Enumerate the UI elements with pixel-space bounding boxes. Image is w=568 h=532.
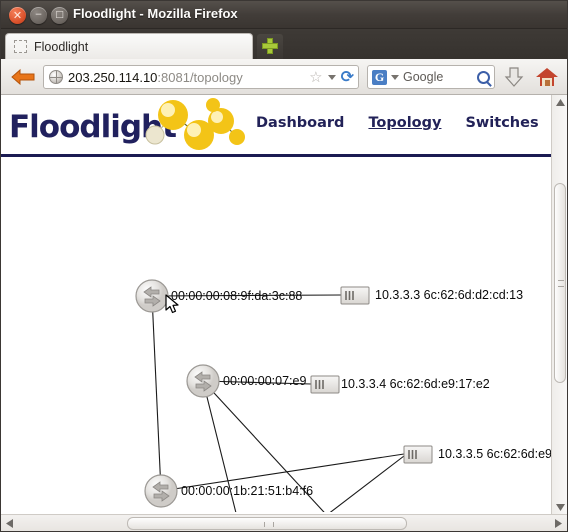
switch-label-sw2: 00:00:00:07:e9 [223, 374, 307, 388]
url-text: 203.250.114.10:8081/topology [68, 70, 304, 85]
firefox-window: ✕ − □ Floodlight - Mozilla Firefox Flood… [0, 0, 568, 532]
chevron-right-icon [555, 519, 562, 528]
search-bar[interactable]: G Google [367, 65, 495, 89]
host-label-h4: 10.3.3.4 6c:62:6d:e9:17:e2 [341, 377, 490, 391]
nav-link-dashboard[interactable]: Dashboard [256, 115, 344, 131]
url-path: :8081/topology [157, 69, 243, 85]
blank-favicon-icon [14, 40, 27, 53]
scroll-down-button[interactable] [552, 500, 567, 515]
vertical-scroll-thumb[interactable] [554, 183, 566, 383]
horizontal-scrollbar[interactable] [1, 514, 567, 531]
window-close-button[interactable]: ✕ [9, 7, 26, 24]
window-title: Floodlight - Mozilla Firefox [73, 6, 238, 21]
browser-toolbar: 203.250.114.10:8081/topology ☆ ⟳ G Googl… [1, 59, 567, 95]
window-titlebar: ✕ − □ Floodlight - Mozilla Firefox [1, 1, 567, 29]
switch-node-sw1 [135, 279, 169, 313]
host-label-h3: 10.3.3.3 6c:62:6d:d2:cd:13 [375, 288, 524, 302]
window-minimize-button[interactable]: − [30, 7, 47, 24]
tab-label: Floodlight [34, 39, 89, 54]
horizontal-scroll-thumb[interactable] [127, 517, 407, 530]
nav-link-switches[interactable]: Switches [465, 115, 538, 131]
window-maximize-button[interactable]: □ [51, 7, 68, 24]
link-sw1-sw3 [151, 295, 162, 492]
window-controls: ✕ − □ [9, 7, 68, 24]
vertical-scrollbar[interactable] [551, 95, 567, 515]
back-arrow-icon [11, 68, 35, 86]
new-tab-button[interactable] [257, 34, 283, 59]
back-button[interactable] [10, 67, 36, 87]
node-cluster-icon [145, 98, 245, 150]
home-icon [536, 68, 558, 86]
site-nav: Dashboard Topology Switches Hos [256, 115, 553, 131]
host-node-h3 [340, 286, 370, 305]
scroll-left-button[interactable] [2, 516, 17, 531]
topology-graph[interactable]: 00:00:00:08:9f:da:3c:88 00:00:00:07:e9 0… [1, 157, 553, 512]
home-button[interactable] [535, 66, 559, 88]
switch-label-sw3: 00:00:00:1b:21:51:b4:f6 [181, 484, 314, 498]
url-host: 203.250.114.10 [68, 69, 158, 85]
chevron-down-icon[interactable] [327, 74, 336, 80]
search-input[interactable]: Google [403, 70, 473, 84]
switch-label-sw1: 00:00:00:08:9f:da:3c:88 [171, 289, 303, 303]
url-bar[interactable]: 203.250.114.10:8081/topology ☆ ⟳ [43, 65, 359, 89]
search-icon[interactable] [477, 70, 490, 84]
topology-host-nodes [310, 286, 433, 464]
chevron-up-icon [555, 99, 565, 106]
page-viewport: Floodlight Dashboard Topology Switches 0… [1, 95, 553, 515]
host-label-h5: 10.3.3.5 6c:62:6d:e9 [438, 447, 552, 461]
chevron-left-icon [6, 519, 13, 528]
scroll-right-button[interactable] [551, 516, 566, 531]
switch-node-sw3 [144, 474, 178, 508]
host-node-h5 [403, 445, 433, 464]
downloads-button[interactable] [503, 66, 525, 88]
close-icon: ✕ [12, 9, 23, 22]
chevron-down-icon [555, 504, 565, 511]
search-engine-chevron-icon[interactable] [391, 74, 399, 80]
topology-switch-nodes [135, 279, 220, 508]
floodlight-header: Floodlight Dashboard Topology Switches [1, 95, 553, 157]
switch-node-sw2 [186, 364, 220, 398]
topology-links [151, 294, 405, 512]
tab-floodlight[interactable]: Floodlight [5, 33, 253, 59]
maximize-icon: □ [55, 10, 64, 20]
scroll-up-button[interactable] [552, 95, 567, 110]
globe-icon [49, 70, 63, 84]
reload-icon[interactable]: ⟳ [341, 69, 354, 85]
bookmark-star-icon[interactable]: ☆ [309, 68, 322, 86]
nav-link-topology[interactable]: Topology [368, 115, 441, 131]
tab-strip: Floodlight [1, 29, 567, 59]
host-node-h4 [310, 375, 340, 394]
download-arrow-icon [504, 67, 524, 87]
minimize-icon: − [34, 10, 43, 20]
google-icon: G [372, 69, 387, 85]
brand-logo-graphic [141, 97, 251, 160]
